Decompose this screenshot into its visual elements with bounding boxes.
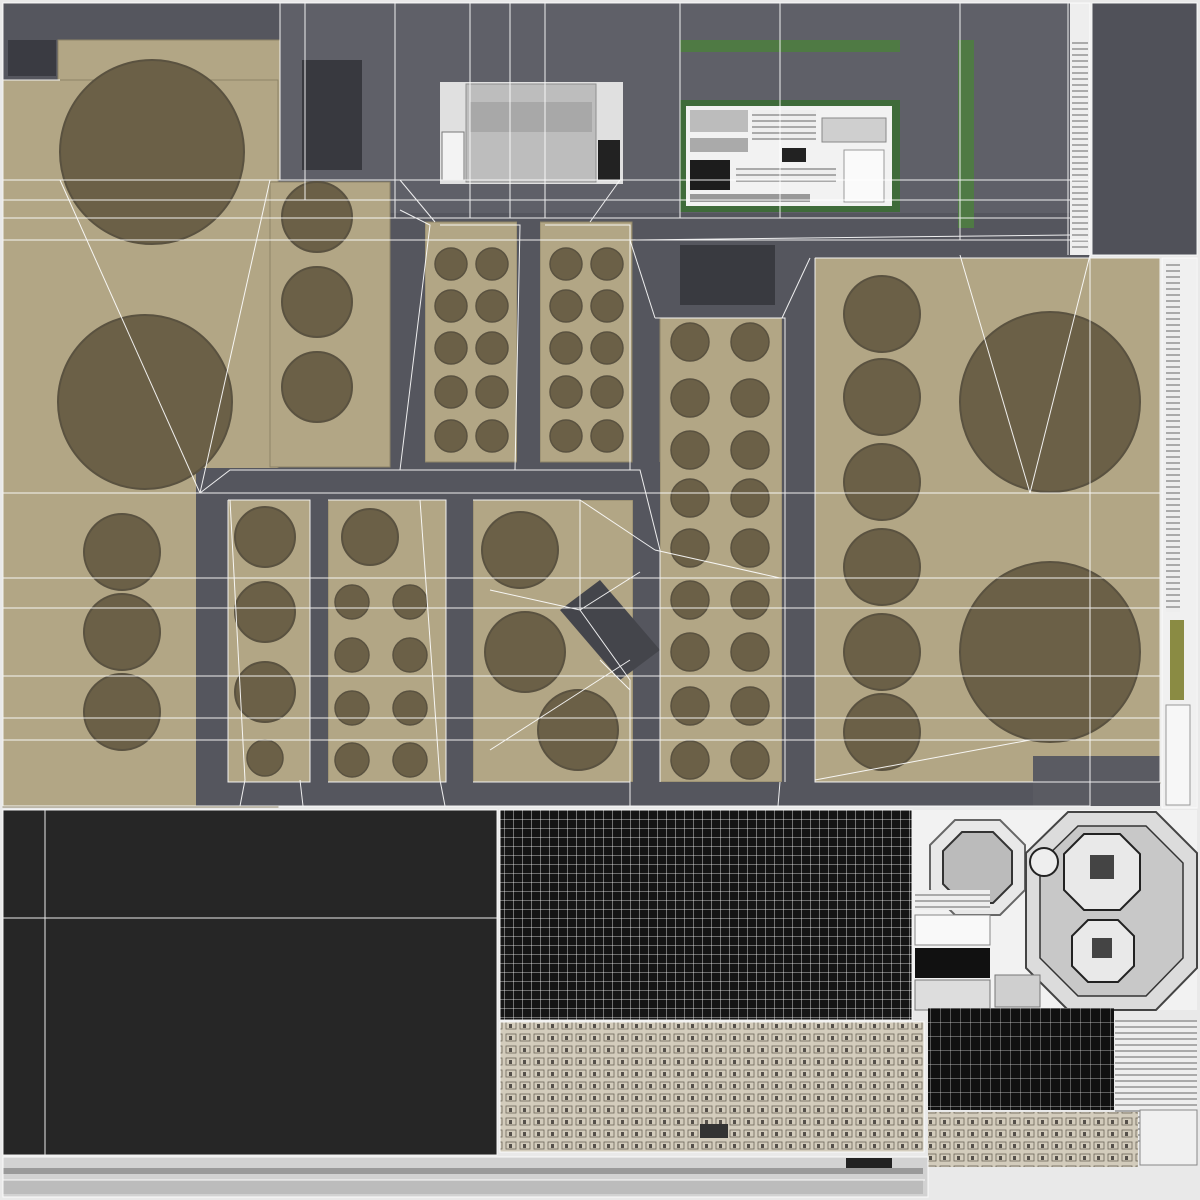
asphalt-bottom-right-corner — [1033, 756, 1160, 806]
roof-building-gray — [440, 82, 623, 184]
tank-large — [959, 311, 1141, 493]
asphalt-road-top-cols2 — [517, 213, 540, 468]
dark-roof-block-2 — [680, 245, 775, 305]
asphalt-road-bottom — [196, 782, 1036, 806]
asphalt-top-band — [280, 3, 1070, 213]
tank-large — [959, 561, 1141, 743]
asphalt-road-top-cols — [398, 213, 425, 468]
dark-roof-block — [302, 60, 362, 170]
asphalt-road-horizontal — [196, 468, 656, 500]
roof-circle-small — [1029, 847, 1059, 877]
grass-strip-horizontal — [680, 40, 900, 52]
asphalt-road-col — [633, 462, 660, 782]
asphalt-road-left — [196, 468, 228, 806]
tank-large — [57, 314, 233, 490]
building-facade-panel — [500, 1022, 924, 1152]
bottom-strip — [3, 1157, 928, 1197]
texture-atlas — [2, 2, 1198, 1198]
tank-large — [59, 59, 245, 245]
dark-roof-panel — [3, 810, 497, 1155]
right-column-strip — [1092, 3, 1197, 255]
roof-building-green — [680, 100, 900, 212]
glass-grid-panel — [500, 810, 912, 1020]
asphalt-road-mid — [782, 258, 815, 782]
terrain-atlas — [2, 3, 1197, 808]
top-left-dark-block — [8, 40, 56, 76]
